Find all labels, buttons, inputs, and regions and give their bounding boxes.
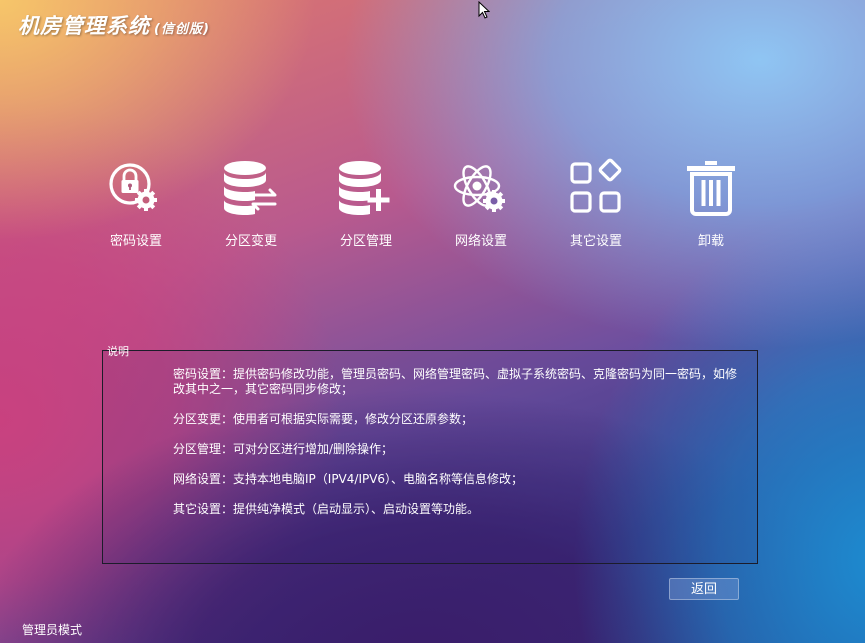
menu-item-partition-management[interactable]: 分区管理 — [308, 158, 424, 254]
app-edition: (信创版) — [154, 22, 210, 37]
menu-item-label: 其它设置 — [569, 234, 622, 249]
menu-item-password-settings[interactable]: 密码设置 — [78, 158, 194, 254]
menu-item-label: 网络设置 — [454, 234, 507, 249]
menu-item-label: 分区变更 — [224, 234, 277, 249]
trash-icon — [687, 161, 735, 216]
lock-gear-icon — [109, 163, 157, 211]
grid-diamond-icon — [570, 158, 622, 213]
description-panel: 说明 密码设置：提供密码修改功能，管理员密码、网络管理密码、虚拟子系统密码、克隆… — [102, 345, 758, 564]
description-line: 分区管理：可对分区进行增加/删除操作； — [173, 442, 394, 456]
description-line: 分区变更：使用者可根据实际需要，修改分区还原参数； — [173, 412, 474, 426]
menu-item-uninstall[interactable]: 卸载 — [653, 158, 769, 254]
menu-item-network-settings[interactable]: 网络设置 — [423, 158, 539, 254]
description-legend: 说明 — [107, 345, 129, 358]
admin-mode-status: 管理员模式 — [22, 623, 83, 637]
description-body: 密码设置：提供密码修改功能，管理员密码、网络管理密码、虚拟子系统密码、克隆密码为… — [173, 367, 745, 532]
menu-item-label: 分区管理 — [339, 234, 392, 249]
description-line: 网络设置：支持本地电脑IP（IPV4/IPV6）、电脑名称等信息修改； — [173, 472, 524, 486]
description-line: 其它设置：提供纯净模式（启动显示）、启动设置等功能。 — [173, 502, 480, 516]
menu-item-label: 卸载 — [697, 234, 724, 249]
description-line: 密码设置：提供密码修改功能，管理员密码、网络管理密码、虚拟子系统密码、克隆密码为… — [173, 367, 738, 396]
app-title-text: 机房管理系统 — [18, 14, 150, 38]
database-swap-icon — [224, 161, 277, 215]
menu-item-partition-change[interactable]: 分区变更 — [193, 158, 309, 254]
main-menu: 密码设置 分区变更 分区管理 网络设置 其它设置 卸载 — [78, 158, 788, 254]
app-title: 机房管理系统 (信创版) — [18, 10, 210, 40]
menu-item-label: 密码设置 — [109, 234, 162, 249]
database-add-icon — [339, 161, 390, 215]
menu-item-other-settings[interactable]: 其它设置 — [538, 158, 654, 254]
back-button[interactable]: 返回 — [669, 578, 739, 600]
mouse-cursor-icon — [478, 1, 490, 19]
atom-gear-icon — [453, 165, 505, 212]
